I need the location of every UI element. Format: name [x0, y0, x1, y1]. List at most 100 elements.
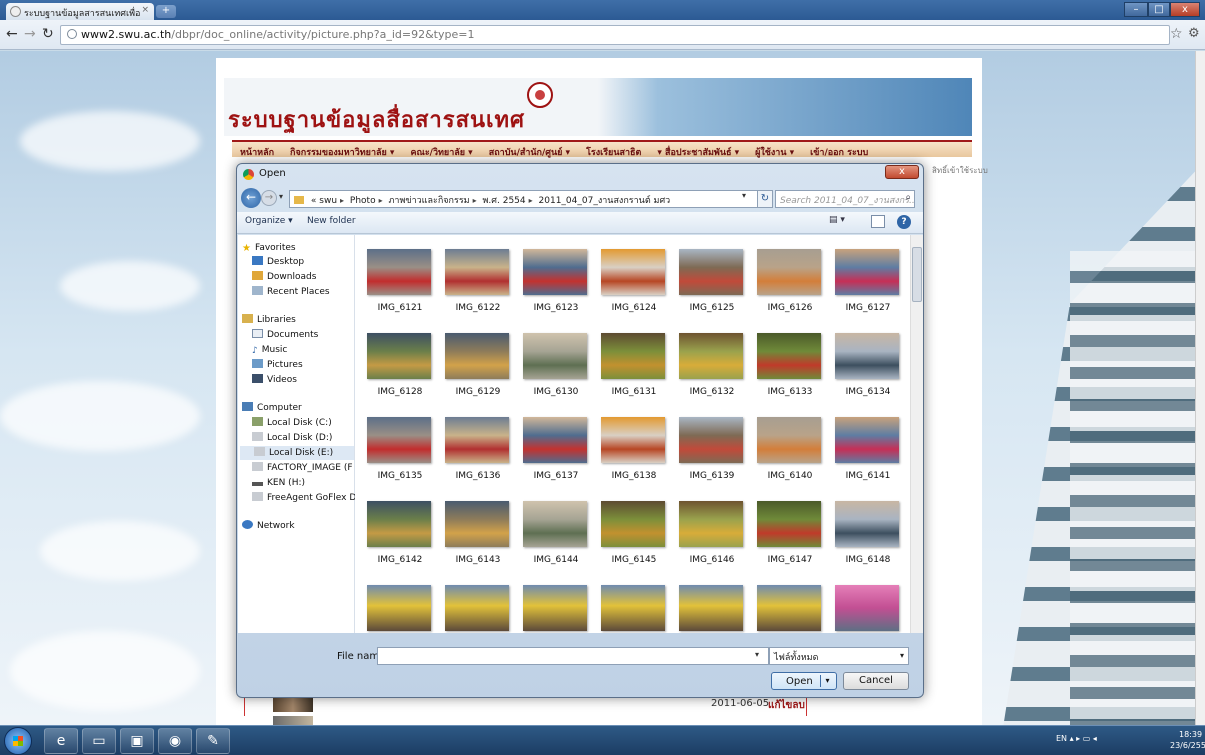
- file-item[interactable]: IMG_6138: [601, 417, 667, 495]
- nav-drive-e[interactable]: Local Disk (E:): [240, 446, 354, 460]
- file-item[interactable]: IMG_6127: [835, 249, 901, 327]
- site-nav-pr[interactable]: ▾ สื่อประชาสัมพันธ์ ▾: [649, 142, 747, 158]
- nav-pictures[interactable]: Pictures: [252, 358, 303, 372]
- paint-icon[interactable]: ✎: [196, 728, 230, 754]
- page-scrollbar[interactable]: [1195, 51, 1205, 725]
- file-item[interactable]: IMG_6139: [679, 417, 745, 495]
- wrench-icon[interactable]: ⚙: [1188, 26, 1200, 41]
- file-item[interactable]: IMG_6130: [523, 333, 589, 411]
- nav-documents[interactable]: Documents: [252, 328, 318, 342]
- file-item[interactable]: IMG_6141: [835, 417, 901, 495]
- nav-network[interactable]: Network: [242, 519, 295, 533]
- file-item[interactable]: IMG_6123: [523, 249, 589, 327]
- breadcrumb-swu[interactable]: swu: [319, 196, 337, 206]
- site-nav-users[interactable]: ผู้ใช้งาน ▾: [747, 142, 802, 158]
- file-item[interactable]: IMG_6137: [523, 417, 589, 495]
- forward-arrow-icon[interactable]: →: [261, 190, 277, 206]
- breadcrumb-news[interactable]: ภาพข่าวและกิจกรรม: [389, 196, 470, 206]
- breadcrumb-year[interactable]: พ.ศ. 2554: [483, 196, 526, 206]
- site-nav-school[interactable]: โรงเรียนสาธิต: [578, 142, 649, 158]
- file-item[interactable]: IMG_6124: [601, 249, 667, 327]
- system-tray[interactable]: EN ▴ ▸ ▭ ◂: [1056, 734, 1097, 743]
- file-name-input[interactable]: [377, 647, 769, 665]
- change-view-icon[interactable]: ▤ ▾: [829, 215, 851, 229]
- organize-button[interactable]: Organize ▾: [245, 216, 293, 226]
- file-item[interactable]: IMG_6134: [835, 333, 901, 411]
- file-item[interactable]: IMG_6140: [757, 417, 823, 495]
- nav-drive-f[interactable]: FACTORY_IMAGE (F: [252, 461, 353, 475]
- row-edit-delete-link[interactable]: แก้ไขลบ: [768, 698, 805, 713]
- chrome-icon[interactable]: ◉: [158, 728, 192, 754]
- minimize-button[interactable]: –: [1124, 2, 1148, 17]
- app-icon[interactable]: ▣: [120, 728, 154, 754]
- photo-thumbnail-partial[interactable]: [679, 585, 743, 631]
- breadcrumb[interactable]: « swu ▸ Photo ▸ ภาพข่าวและกิจกรรม ▸ พ.ศ. 25…: [289, 190, 759, 208]
- file-item[interactable]: IMG_6145: [601, 501, 667, 579]
- file-item[interactable]: IMG_6125: [679, 249, 745, 327]
- file-item[interactable]: IMG_6133: [757, 333, 823, 411]
- breadcrumb-photo[interactable]: Photo: [350, 196, 376, 206]
- nav-drive-goflex[interactable]: FreeAgent GoFlex Dr: [252, 491, 360, 505]
- back-arrow-icon[interactable]: ←: [241, 188, 261, 208]
- file-item[interactable]: IMG_6122: [445, 249, 511, 327]
- file-item[interactable]: IMG_6128: [367, 333, 433, 411]
- file-item[interactable]: IMG_6121: [367, 249, 433, 327]
- breadcrumb-dropdown-icon[interactable]: ▾: [742, 191, 746, 200]
- file-item[interactable]: IMG_6148: [835, 501, 901, 579]
- nav-computer[interactable]: Computer: [242, 401, 302, 415]
- nav-favorites[interactable]: ★ Favorites: [242, 241, 296, 255]
- new-tab-button[interactable]: +: [156, 5, 176, 18]
- file-item[interactable]: IMG_6131: [601, 333, 667, 411]
- file-item[interactable]: IMG_6146: [679, 501, 745, 579]
- nav-desktop[interactable]: Desktop: [252, 255, 304, 269]
- site-nav-login[interactable]: เข้า/ออก ระบบ: [802, 142, 876, 158]
- photo-thumbnail-partial[interactable]: [757, 585, 821, 631]
- preview-pane-icon[interactable]: [871, 215, 885, 228]
- explorer-icon[interactable]: ▭: [82, 728, 116, 754]
- breadcrumb-overflow[interactable]: «: [311, 196, 317, 206]
- scrollbar-thumb[interactable]: [912, 247, 922, 302]
- nav-libraries[interactable]: Libraries: [242, 313, 296, 327]
- open-options-dropdown-icon[interactable]: ▾: [820, 675, 834, 687]
- site-nav-institute[interactable]: สถาบัน/สำนัก/ศูนย์ ▾: [481, 142, 578, 158]
- reload-icon[interactable]: ↻: [42, 26, 54, 42]
- file-list-scrollbar[interactable]: [910, 235, 923, 633]
- search-input[interactable]: Search 2011_04_07_งานสงกร... ⌕: [775, 190, 915, 208]
- history-dropdown-icon[interactable]: ▾: [279, 192, 283, 201]
- file-type-select[interactable]: ไฟล์ทั้งหมด ▾: [769, 647, 909, 665]
- open-button[interactable]: Open ▾: [771, 672, 837, 690]
- browser-tab[interactable]: ระบบฐานข้อมูลสารสนเทศเพื่อ ×: [6, 3, 154, 20]
- help-icon[interactable]: ?: [897, 215, 911, 229]
- maximize-button[interactable]: □: [1148, 2, 1170, 17]
- file-item[interactable]: IMG_6142: [367, 501, 433, 579]
- file-name-dropdown-icon[interactable]: ▾: [755, 650, 759, 659]
- nav-drive-c[interactable]: Local Disk (C:): [252, 416, 332, 430]
- start-button[interactable]: [4, 727, 32, 755]
- site-nav-activities[interactable]: กิจกรรมของมหาวิทยาลัย ▾: [282, 142, 402, 158]
- star-icon[interactable]: ☆: [1170, 26, 1183, 42]
- photo-thumbnail-partial[interactable]: [601, 585, 665, 631]
- nav-videos[interactable]: Videos: [252, 373, 297, 387]
- nav-music[interactable]: ♪ Music: [252, 343, 287, 357]
- photo-thumbnail-partial[interactable]: [523, 585, 587, 631]
- photo-thumbnail-partial[interactable]: [367, 585, 431, 631]
- file-item[interactable]: IMG_6135: [367, 417, 433, 495]
- file-item[interactable]: IMG_6132: [679, 333, 745, 411]
- nav-drive-d[interactable]: Local Disk (D:): [252, 431, 332, 445]
- breadcrumb-folder[interactable]: 2011_04_07_งานสงกรานต์ มศว: [539, 196, 671, 206]
- row-thumbnail[interactable]: [273, 696, 313, 712]
- refresh-icon[interactable]: ↻: [757, 190, 773, 208]
- new-folder-button[interactable]: New folder: [307, 216, 356, 226]
- cancel-button[interactable]: Cancel: [843, 672, 909, 690]
- file-item[interactable]: IMG_6147: [757, 501, 823, 579]
- close-window-button[interactable]: x: [1170, 2, 1200, 17]
- file-item[interactable]: IMG_6143: [445, 501, 511, 579]
- file-item[interactable]: IMG_6126: [757, 249, 823, 327]
- file-item[interactable]: IMG_6144: [523, 501, 589, 579]
- file-item[interactable]: IMG_6136: [445, 417, 511, 495]
- close-tab-icon[interactable]: ×: [141, 5, 149, 15]
- photo-thumbnail-partial[interactable]: [835, 585, 899, 631]
- clock[interactable]: 18:39 23/6/2554: [1170, 729, 1205, 751]
- back-arrow-icon[interactable]: ←: [6, 26, 18, 42]
- file-item[interactable]: IMG_6129: [445, 333, 511, 411]
